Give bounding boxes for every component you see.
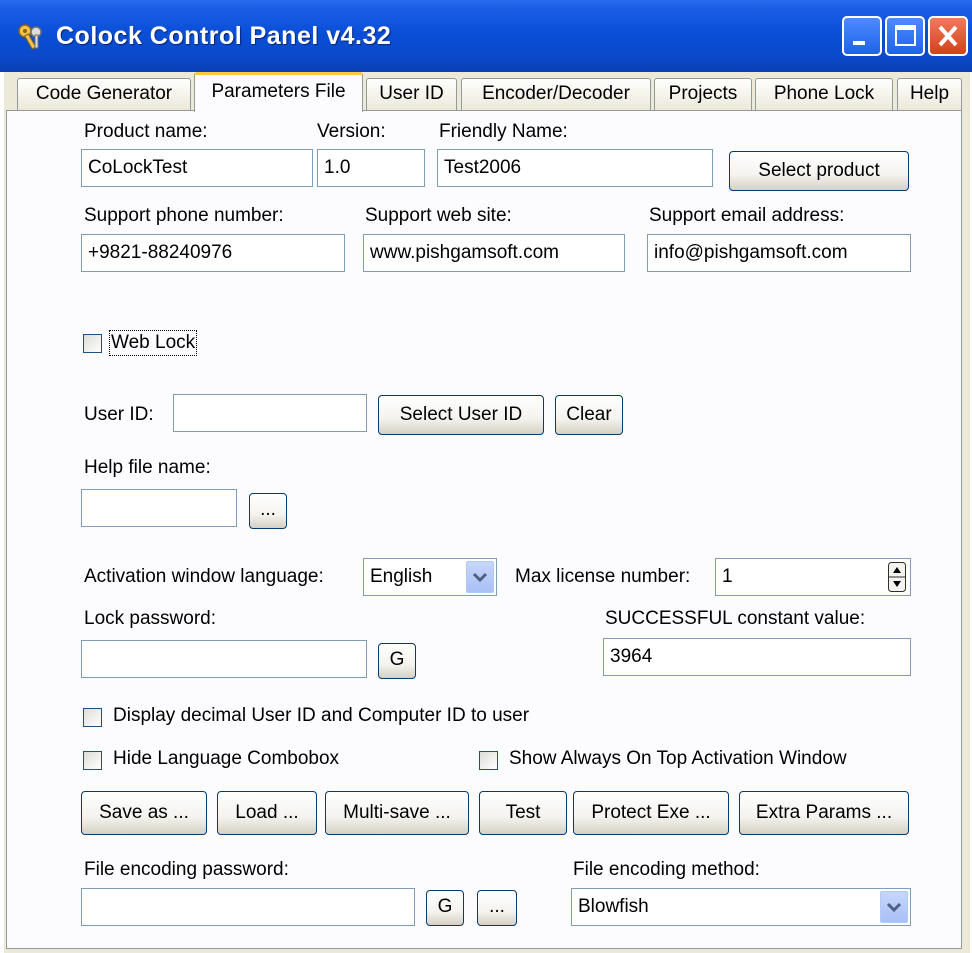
version-field[interactable]: 1.0 — [317, 149, 425, 187]
friendly-name-field[interactable]: Test2006 — [437, 149, 713, 187]
save-as-button[interactable]: Save as ... — [81, 791, 207, 835]
generate-lock-password-button[interactable]: G — [378, 643, 416, 679]
file-encoding-method-value: Blowfish — [578, 896, 649, 917]
hide-language-checkbox[interactable] — [83, 751, 102, 770]
multi-save-button[interactable]: Multi-save ... — [325, 791, 469, 835]
support-phone-field[interactable]: +9821-88240976 — [81, 234, 345, 272]
extra-params-button[interactable]: Extra Params ... — [739, 791, 909, 835]
file-encoding-password-label: File encoding password: — [84, 859, 289, 880]
load-button[interactable]: Load ... — [217, 791, 317, 835]
window-title: Colock Control Panel v4.32 — [56, 22, 392, 50]
tab-help[interactable]: Help — [897, 78, 962, 110]
minimize-icon — [853, 41, 865, 45]
close-icon — [938, 25, 958, 47]
display-decimal-checkbox[interactable] — [83, 708, 102, 727]
max-license-field[interactable]: 1 — [715, 558, 911, 596]
select-user-id-button[interactable]: Select User ID — [378, 395, 544, 435]
chevron-down-icon[interactable] — [466, 561, 494, 593]
file-encoding-method-label: File encoding method: — [573, 859, 760, 880]
always-on-top-checkbox[interactable] — [479, 751, 498, 770]
successful-constant-field[interactable]: 3964 — [603, 638, 911, 676]
product-name-field[interactable]: CoLockTest — [81, 149, 313, 187]
support-phone-label: Support phone number: — [84, 205, 284, 226]
support-web-label: Support web site: — [365, 205, 512, 226]
tab-user-id[interactable]: User ID — [366, 78, 457, 110]
title-bar[interactable]: Colock Control Panel v4.32 — [0, 0, 972, 72]
tab-strip: Code Generator Parameters File User ID E… — [4, 72, 970, 112]
lock-password-field[interactable] — [81, 640, 367, 678]
tab-phone-lock[interactable]: Phone Lock — [755, 78, 893, 110]
help-file-label: Help file name: — [84, 457, 211, 478]
chevron-down-icon[interactable] — [880, 891, 908, 923]
display-decimal-label[interactable]: Display decimal User ID and Computer ID … — [113, 705, 529, 727]
hide-language-label[interactable]: Hide Language Combobox — [113, 748, 339, 770]
browse-file-encoding-button[interactable]: ... — [477, 890, 517, 926]
keys-icon — [18, 24, 42, 50]
activation-language-label: Activation window language: — [84, 566, 324, 587]
always-on-top-label[interactable]: Show Always On Top Activation Window — [509, 748, 847, 770]
successful-constant-label: SUCCESSFUL constant value: — [605, 608, 866, 629]
support-web-field[interactable]: www.pishgamsoft.com — [363, 234, 625, 272]
tab-code-generator[interactable]: Code Generator — [17, 78, 191, 110]
file-encoding-password-field[interactable] — [81, 888, 415, 926]
app-window: Colock Control Panel v4.32 Code Generato… — [0, 0, 972, 953]
tab-projects[interactable]: Projects — [654, 78, 752, 110]
close-button[interactable] — [928, 16, 968, 56]
user-id-label: User ID: — [84, 404, 154, 425]
maximize-icon — [895, 25, 916, 46]
maximize-button[interactable] — [885, 16, 925, 56]
lock-password-label: Lock password: — [84, 608, 217, 629]
support-email-field[interactable]: info@pishgamsoft.com — [647, 234, 911, 272]
minimize-button[interactable] — [842, 16, 882, 56]
activation-language-select[interactable]: English — [363, 558, 497, 596]
product-name-label: Product name: — [84, 121, 208, 142]
help-file-field[interactable] — [81, 489, 237, 527]
support-email-label: Support email address: — [649, 205, 845, 226]
file-encoding-method-select[interactable]: Blowfish — [571, 888, 911, 926]
user-id-field[interactable] — [173, 394, 367, 432]
main-area: Code Generator Parameters File User ID E… — [4, 72, 970, 953]
activation-language-value: English — [370, 566, 433, 587]
tab-parameters-file[interactable]: Parameters File — [194, 72, 363, 112]
max-license-value: 1 — [722, 566, 733, 587]
spinner-icon[interactable] — [888, 562, 906, 592]
version-label: Version: — [317, 121, 386, 142]
web-lock-checkbox[interactable] — [83, 334, 102, 353]
browse-help-file-button[interactable]: ... — [249, 493, 287, 529]
test-button[interactable]: Test — [479, 791, 567, 835]
clear-user-id-button[interactable]: Clear — [555, 395, 623, 435]
friendly-name-label: Friendly Name: — [439, 121, 568, 142]
max-license-label: Max license number: — [515, 566, 691, 587]
web-lock-label[interactable]: Web Lock — [108, 330, 198, 356]
generate-file-password-button[interactable]: G — [426, 890, 464, 926]
select-product-button[interactable]: Select product — [729, 151, 909, 191]
parameters-file-panel: Product name: Version: Friendly Name: Co… — [6, 110, 962, 949]
protect-exe-button[interactable]: Protect Exe ... — [573, 791, 729, 835]
tab-encoder-decoder[interactable]: Encoder/Decoder — [461, 78, 651, 110]
